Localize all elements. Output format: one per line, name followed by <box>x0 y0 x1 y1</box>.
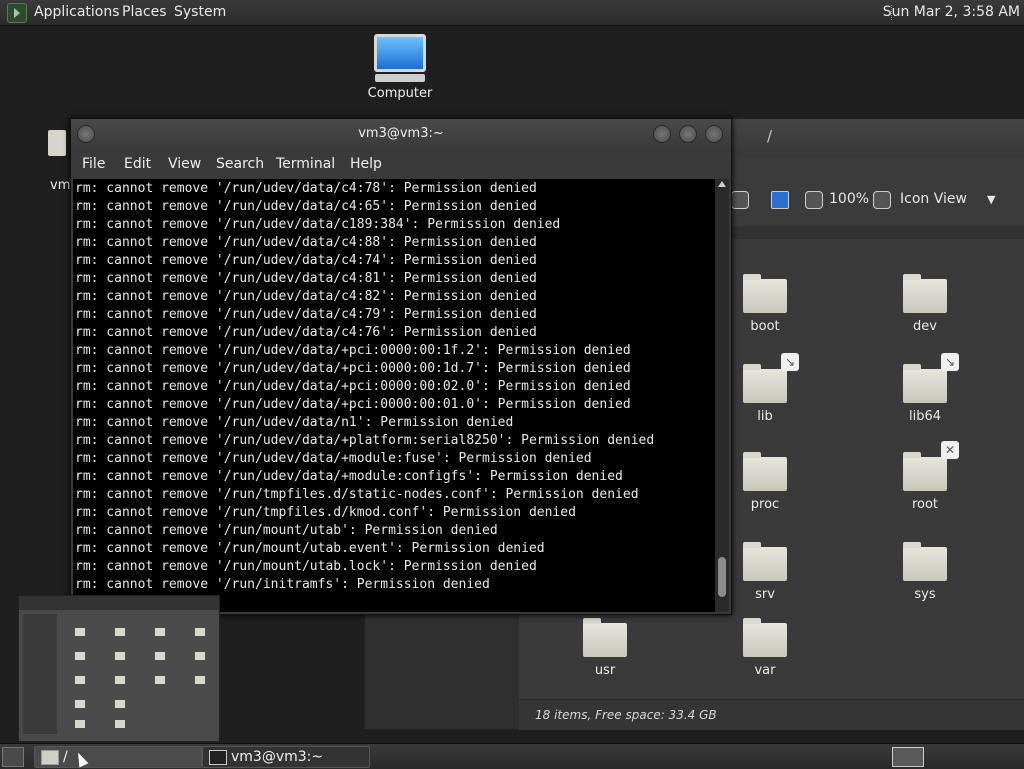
terminal-icon <box>209 750 227 765</box>
terminal-line: rm: cannot remove '/run/mount/utab.lock'… <box>75 559 537 574</box>
terminal-line: rm: cannot remove '/run/udev/data/+pci:0… <box>75 343 631 358</box>
terminal-line: rm: cannot remove '/run/udev/data/n1': P… <box>75 415 514 430</box>
desktop-icon-label: vm <box>50 178 71 193</box>
folder-icon <box>743 452 787 491</box>
folder-icon <box>903 452 947 491</box>
home-icon[interactable] <box>731 191 749 209</box>
folder-item[interactable]: proc <box>725 452 805 512</box>
menu-edit[interactable]: Edit <box>124 156 151 172</box>
terminal-line: rm: cannot remove '/run/udev/data/c4:81'… <box>75 271 537 286</box>
terminal-output[interactable]: rm: cannot remove '/run/udev/data/c4:78'… <box>73 179 715 612</box>
folder-icon <box>743 618 787 657</box>
desktop-icon-computer[interactable]: Computer <box>360 34 440 101</box>
computer-icon[interactable] <box>771 191 789 209</box>
terminal-line: rm: cannot remove '/run/mount/utab.event… <box>75 541 545 556</box>
terminal-line: rm: cannot remove '/run/udev/data/+pci:0… <box>75 379 631 394</box>
menu-terminal[interactable]: Terminal <box>276 156 335 172</box>
menu-search[interactable]: Search <box>216 156 264 172</box>
terminal-line: rm: cannot remove '/run/tmpfiles.d/kmod.… <box>75 505 576 520</box>
scrollbar-thumb[interactable] <box>718 557 726 597</box>
terminal-titlebar[interactable]: vm3@vm3:~ <box>71 119 731 149</box>
folder-icon <box>903 542 947 581</box>
terminal-scrollbar[interactable] <box>715 179 729 612</box>
status-bar: 18 items, Free space: 33.4 GB <box>519 699 1024 730</box>
workspace-switcher[interactable] <box>892 747 924 767</box>
folder-icon <box>743 542 787 581</box>
folder-item[interactable]: usr <box>565 618 645 678</box>
terminal-menubar: File Edit View Search Terminal Help <box>71 149 731 179</box>
terminal-line: rm: cannot remove '/run/udev/data/c4:78'… <box>75 181 537 196</box>
places-menu[interactable]: Places <box>122 4 167 20</box>
folder-item[interactable]: var <box>725 618 805 678</box>
status-text: 18 items, Free space: 33.4 GB <box>535 708 717 722</box>
terminal-line: rm: cannot remove '/run/udev/data/+platf… <box>75 433 655 448</box>
folder-icon <box>903 274 947 313</box>
terminal-line: rm: cannot remove '/run/udev/data/c4:82'… <box>75 289 537 304</box>
workspace-preview[interactable] <box>18 595 220 742</box>
menu-file[interactable]: File <box>82 156 105 172</box>
show-desktop-icon[interactable] <box>2 747 24 767</box>
folder-icon <box>583 618 627 657</box>
preview-sidebar <box>23 614 57 734</box>
view-mode-select[interactable]: Icon View <box>900 191 967 207</box>
folder-icon <box>903 364 947 403</box>
no-access-emblem-icon: ✕ <box>941 441 959 459</box>
terminal-line: rm: cannot remove '/run/udev/data/c4:74'… <box>75 253 537 268</box>
terminal-window: vm3@vm3:~ File Edit View Search Terminal… <box>70 118 732 615</box>
terminal-line: rm: cannot remove '/run/udev/data/c4:76'… <box>75 325 537 340</box>
top-panel: Applications Places System Sun Mar 2, 3:… <box>0 0 1024 26</box>
folder-icon <box>743 364 787 403</box>
window-title: / <box>767 127 773 145</box>
terminal-line: rm: cannot remove '/run/udev/data/+modul… <box>75 451 592 466</box>
clock[interactable]: Sun Mar 2, 3:58 AM <box>883 4 1020 20</box>
computer-icon <box>374 34 426 72</box>
desktop-icon-home[interactable]: vm <box>48 130 70 193</box>
terminal-line: rm: cannot remove '/run/udev/data/+modul… <box>75 469 623 484</box>
folder-item[interactable]: dev <box>885 274 965 334</box>
terminal-line: rm: cannot remove '/run/udev/data/c4:79'… <box>75 307 537 322</box>
desktop-icon-label: Computer <box>367 86 433 101</box>
maximize-button[interactable] <box>679 125 697 143</box>
terminal-line: rm: cannot remove '/run/initramfs': Perm… <box>75 577 490 592</box>
terminal-line: rm: cannot remove '/run/mount/utab': Per… <box>75 523 498 538</box>
applications-menu[interactable]: Applications <box>34 4 120 20</box>
bottom-panel: / vm3@vm3:~ <box>0 743 1024 769</box>
folder-item[interactable]: srv <box>725 542 805 602</box>
home-folder-icon <box>48 130 66 156</box>
folder-icon <box>41 750 59 765</box>
terminal-line: rm: cannot remove '/run/udev/data/c189:3… <box>75 217 561 232</box>
file-manager-toolbar: 100% Icon View ▼ <box>725 187 1024 213</box>
terminal-line: rm: cannot remove '/run/udev/data/c4:65'… <box>75 199 537 214</box>
taskbar-item-file-manager[interactable]: / <box>34 746 202 768</box>
distro-logo-icon[interactable] <box>7 3 27 23</box>
minimize-button[interactable] <box>653 125 671 143</box>
scroll-up-icon[interactable] <box>718 181 726 187</box>
window-title: vm3@vm3:~ <box>358 126 444 141</box>
folder-item[interactable]: lib ↘ <box>725 353 805 424</box>
terminal-line: rm: cannot remove '/run/udev/data/+pci:0… <box>75 361 631 376</box>
menu-view[interactable]: View <box>168 156 201 172</box>
close-button[interactable] <box>705 125 723 143</box>
folder-item[interactable]: root ✕ <box>885 441 965 512</box>
folder-item[interactable]: sys <box>885 542 965 602</box>
symlink-emblem-icon: ↘ <box>781 353 799 371</box>
system-menu[interactable]: System <box>174 4 226 20</box>
zoom-out-icon[interactable] <box>805 191 823 209</box>
zoom-in-icon[interactable] <box>873 191 891 209</box>
folder-icon <box>743 274 787 313</box>
folder-item[interactable]: boot <box>725 274 805 334</box>
preview-toolbar <box>19 596 219 610</box>
symlink-emblem-icon: ↘ <box>941 353 959 371</box>
zoom-level: 100% <box>829 191 870 207</box>
menu-help[interactable]: Help <box>350 156 382 172</box>
terminal-line: rm: cannot remove '/run/udev/data/c4:88'… <box>75 235 537 250</box>
terminal-line: rm: cannot remove '/run/udev/data/+pci:0… <box>75 397 631 412</box>
taskbar-item-terminal[interactable]: vm3@vm3:~ <box>202 746 370 768</box>
folder-item[interactable]: lib64 ↘ <box>885 353 965 424</box>
chevron-down-icon[interactable]: ▼ <box>987 193 995 206</box>
terminal-line: rm: cannot remove '/run/tmpfiles.d/stati… <box>75 487 639 502</box>
